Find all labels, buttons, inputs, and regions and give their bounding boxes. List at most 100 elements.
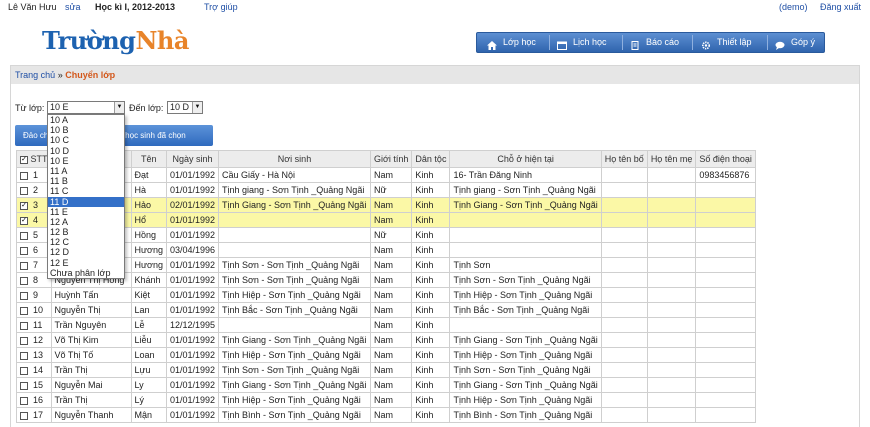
help-link[interactable]: Trợ giúp [204,2,238,12]
row-select-cell[interactable]: 8 [16,272,52,288]
nav-item-reports[interactable]: Báo cáo [630,33,679,52]
row-select-cell[interactable]: 15 [16,377,52,393]
row-checkbox[interactable]: ✓ [20,216,28,225]
row-checkbox[interactable] [20,276,28,285]
select-all-header[interactable]: ✓ STT [16,150,52,168]
table-row[interactable]: 6 Hương 03/04/1996 Nam Kinh [16,242,756,258]
demo-link[interactable]: (demo) [779,2,808,12]
row-checkbox[interactable]: ✓ [20,201,28,210]
dropdown-option[interactable]: 10 C [48,135,124,145]
row-checkbox[interactable] [20,411,28,420]
nav-item-classes[interactable]: Lớp học [487,33,536,52]
cell-dan-toc: Kinh [411,242,451,258]
to-class-select[interactable]: 10 D ▼ [167,101,203,114]
nav-label: Lớp học [503,37,536,47]
row-select-cell[interactable]: 17 [16,407,52,423]
dropdown-option[interactable]: 10 A [48,115,124,125]
cell-sdt [695,242,756,258]
row-select-cell[interactable]: 5 [16,227,52,243]
row-checkbox[interactable] [20,381,28,390]
cell-noi-sinh: Tịnh Giang - Sơn Tịnh _Quảng Ngãi [218,197,371,213]
row-checkbox[interactable] [20,231,28,240]
logout-link[interactable]: Đăng xuất [820,2,861,12]
row-checkbox[interactable] [20,366,28,375]
cell-sdt [695,227,756,243]
cell-ho: Nguyễn Mai [50,377,132,393]
table-row[interactable]: 16 Trần Thị Lý 01/01/1992 Tịnh Hiệp - Sơn Tị… [16,392,756,408]
chevron-down-icon[interactable]: ▼ [192,102,202,113]
dropdown-option[interactable]: 12 A [48,217,124,227]
calendar-icon [557,38,567,50]
nav-item-schedule[interactable]: Lịch học [557,33,607,52]
row-select-cell[interactable]: 9 [16,287,52,303]
row-select-cell[interactable]: 1 [16,167,52,183]
nav-item-feedback[interactable]: Góp ý [775,33,815,52]
row-checkbox[interactable] [20,351,28,360]
row-select-cell[interactable]: 10 [16,302,52,318]
row-checkbox[interactable] [20,186,28,195]
breadcrumb-home[interactable]: Trang chủ [15,70,55,80]
dropdown-option[interactable]: 11 D [48,196,124,207]
chevron-down-icon[interactable]: ▼ [114,102,124,113]
cell-dan-toc: Kinh [411,272,451,288]
row-checkbox[interactable] [20,396,28,405]
cell-ngay-sinh: 01/01/1992 [165,377,220,393]
table-row[interactable]: 5 Hồng 01/01/1992 Nữ Kinh [16,227,756,243]
row-checkbox[interactable] [20,321,28,330]
from-class-select[interactable]: 10 E ▼ [47,101,125,114]
row-select-cell[interactable]: 13 [16,347,52,363]
dropdown-option[interactable]: 11 E [48,207,124,217]
table-row[interactable]: 1 Đạt 01/01/1992 Cầu Giấy - Hà Nội Nam Kinh 16… [16,167,756,183]
nav-item-settings[interactable]: Thiết lập [701,33,752,52]
table-row[interactable]: 9 Huỳnh Tấn Kiệt 01/01/1992 Tịnh Hiệp - Sơn … [16,287,756,303]
table-row[interactable]: ✓ 3 Hảo 02/01/1992 Tịnh Giang - Sơn Tịnh _Qu… [16,197,756,213]
table-row[interactable]: 15 Nguyễn Mai Ly 01/01/1992 Tịnh Giang - Sơn… [16,377,756,393]
select-all-checkbox[interactable]: ✓ [20,155,28,164]
table-header-row: ✓ STT Tên Ngày sinh Nơi sinh Giới tính D… [16,150,756,168]
table-row[interactable]: 17 Nguyễn Thanh Mận 01/01/1992 Tịnh Bình - S… [16,407,756,423]
table-row[interactable]: 13 Võ Thị Tố Loan 01/01/1992 Tịnh Hiệp - Sơn… [16,347,756,363]
cell-gioi-tinh: Nữ [369,182,413,198]
row-checkbox[interactable] [20,306,28,315]
row-checkbox[interactable] [20,291,28,300]
edit-profile-link[interactable]: sửa [65,2,81,12]
row-checkbox[interactable] [20,171,28,180]
dropdown-option[interactable]: 12 B [48,227,124,237]
table-row[interactable]: 8 Nguyễn Thị Hồng Khánh 01/01/1992 Tịnh Sơn … [16,272,756,288]
row-select-cell[interactable]: ✓ 3 [16,197,52,213]
dropdown-option[interactable]: 12 C [48,237,124,247]
to-class-label: Đến lớp: [129,103,164,113]
table-row[interactable]: 2 Hà 01/01/1992 Tịnh giang - Sơn Tịnh _Quản… [16,182,756,198]
row-select-cell[interactable]: 6 [16,242,52,258]
table-row[interactable]: ✓ 4 Hổ 01/01/1992 Nam Kinh [16,212,756,228]
table-row[interactable]: 12 Võ Thị Kim Liễu 01/01/1992 Tịnh Giang - S… [16,332,756,348]
row-select-cell[interactable]: 7 [16,257,52,273]
cell-bo [600,227,648,243]
table-row[interactable]: 11 Trần Nguyên Lễ 12/12/1995 Nam Kinh [16,317,756,333]
table-row[interactable]: 10 Nguyễn Thị Lan 01/01/1992 Tịnh Bắc - Sơn … [16,302,756,318]
dropdown-option[interactable]: 11 C [48,186,124,196]
row-select-cell[interactable]: 11 [16,317,52,333]
dropdown-option[interactable]: 10 B [48,125,124,135]
row-select-cell[interactable]: ✓ 4 [16,212,52,228]
dropdown-option[interactable]: Chưa phân lớp [48,268,124,278]
dropdown-option[interactable]: 10 E [48,156,124,166]
cell-gioi-tinh: Nam [369,167,413,183]
cell-ngay-sinh: 02/01/1992 [165,197,220,213]
dropdown-option[interactable]: 11 B [48,176,124,186]
table-row[interactable]: 7 Hương 01/01/1992 Tịnh Sơn - Sơn Tịnh _Quả… [16,257,756,273]
dropdown-option[interactable]: 12 D [48,247,124,257]
row-select-cell[interactable]: 12 [16,332,52,348]
row-checkbox[interactable] [20,261,28,270]
row-select-cell[interactable]: 16 [16,392,52,408]
dropdown-option[interactable]: 11 A [48,166,124,176]
dropdown-option[interactable]: 12 E [48,258,124,268]
cell-noi-sinh: Tịnh Giang - Sơn Tịnh _Quảng Ngãi [218,332,371,348]
row-checkbox[interactable] [20,336,28,345]
site-logo[interactable]: TrườngNhà [42,26,189,55]
row-checkbox[interactable] [20,246,28,255]
row-select-cell[interactable]: 14 [16,362,52,378]
table-row[interactable]: 14 Trần Thị Lựu 01/01/1992 Tịnh Sơn - Sơn Tị… [16,362,756,378]
dropdown-option[interactable]: 10 D [48,146,124,156]
row-select-cell[interactable]: 2 [16,182,52,198]
